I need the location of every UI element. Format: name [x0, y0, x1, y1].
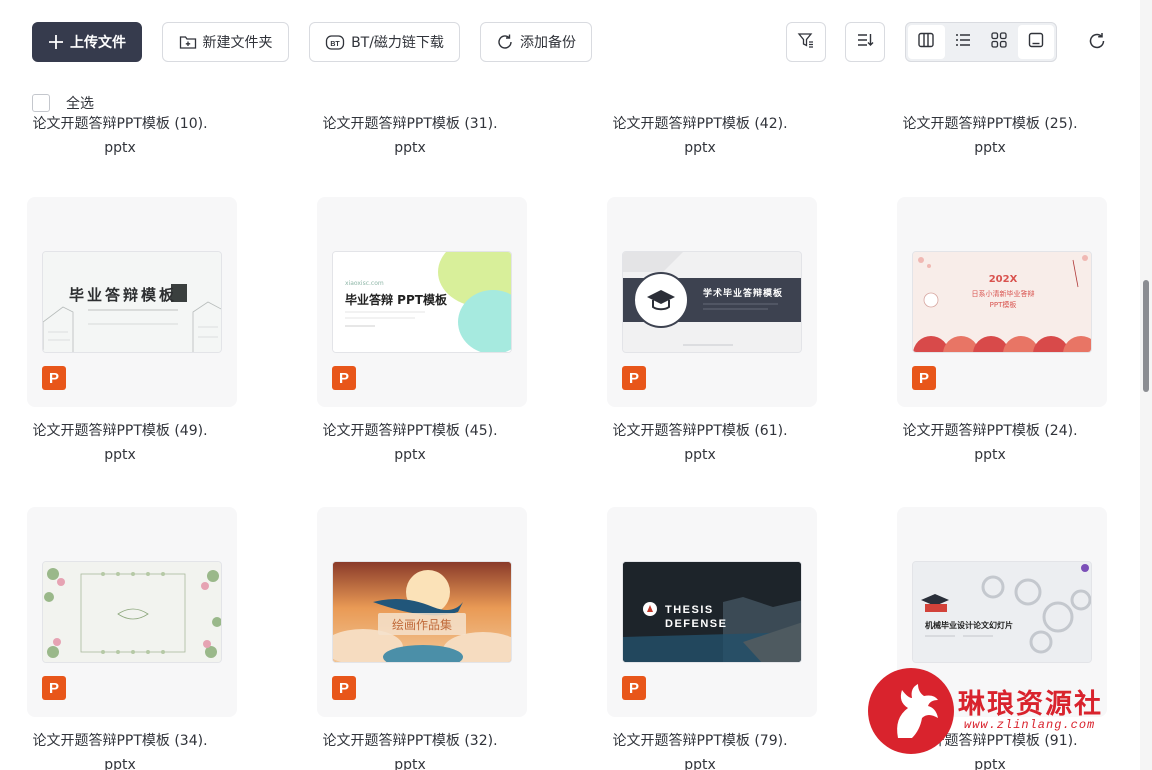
svg-text:DEFENSE: DEFENSE: [665, 618, 727, 630]
view-columns-button[interactable]: [908, 25, 945, 59]
watermark-url: www.zlinlang.com: [964, 718, 1096, 732]
file-thumbnail: 绘画作品集: [332, 561, 512, 663]
ppt-file-icon: P: [42, 366, 66, 390]
ppt-file-icon: P: [912, 366, 936, 390]
list-icon: [954, 31, 972, 53]
ppt-file-icon: P: [332, 676, 356, 700]
upload-label: 上传文件: [70, 35, 126, 51]
file-card[interactable]: 学术毕业答辩模板 P: [607, 197, 817, 407]
svg-text:THESIS: THESIS: [665, 604, 714, 616]
upload-button[interactable]: 上传文件: [32, 22, 142, 62]
scrollbar-thumb[interactable]: [1143, 280, 1149, 392]
sync-icon: [496, 33, 514, 51]
new-folder-label: 新建文件夹: [202, 35, 273, 51]
bt-download-button[interactable]: BT BT/磁力链下载: [309, 22, 460, 62]
refresh-icon: [1087, 31, 1107, 55]
file-thumbnail: THESIS DEFENSE: [622, 561, 802, 663]
file-card[interactable]: xiaoxisc.com 毕业答辩 PPT模板 P: [317, 197, 527, 407]
folder-plus-icon: [179, 34, 197, 50]
file-thumbnail: 机械毕业设计论文幻灯片: [912, 561, 1092, 663]
file-name: 论文开题答辩PPT模板 (32). pptx: [322, 733, 498, 770]
file-card[interactable]: 绘画作品集 P: [317, 507, 527, 717]
view-list-button[interactable]: [945, 25, 982, 59]
svg-text:202X: 202X: [989, 274, 1018, 285]
file-name: 论文开题答辩PPT模板 (10). pptx: [32, 116, 208, 156]
toolbar: 上传文件 新建文件夹 BT BT/磁力链下载 添加备份: [0, 0, 1140, 84]
select-all[interactable]: 全选: [32, 93, 94, 113]
svg-text:BT: BT: [330, 41, 340, 48]
bt-download-label: BT/磁力链下载: [351, 35, 444, 51]
file-thumbnail: 毕业答辩模板: [42, 251, 222, 353]
refresh-button[interactable]: [1082, 28, 1112, 58]
file-card[interactable]: 202X 日系小清新毕业答辩 PPT模板 P: [897, 197, 1107, 407]
preview-icon: [1027, 31, 1045, 53]
view-preview-button[interactable]: [1017, 25, 1054, 59]
filter-button[interactable]: [786, 22, 826, 62]
svg-text:PPT模板: PPT模板: [990, 300, 1017, 309]
file-card[interactable]: 毕业答辩模板 P: [27, 197, 237, 407]
new-folder-button[interactable]: 新建文件夹: [162, 22, 289, 62]
file-name: 论文开题答辩PPT模板 (25). pptx: [902, 116, 1078, 156]
view-mode-group: [905, 22, 1057, 62]
columns-icon: [917, 31, 935, 53]
file-thumbnail: [42, 561, 222, 663]
file-card[interactable]: THESIS DEFENSE P: [607, 507, 817, 717]
ppt-file-icon: P: [332, 366, 356, 390]
svg-text:xiaoxisc.com: xiaoxisc.com: [345, 280, 384, 287]
deer-logo-icon: [868, 668, 954, 754]
svg-text:毕业答辩模板: 毕业答辩模板: [69, 286, 177, 304]
file-name: 论文开题答辩PPT模板 (79). pptx: [612, 733, 788, 770]
file-name: 论文开题答辩PPT模板 (45). pptx: [322, 423, 498, 463]
file-name: 论文开题答辩PPT模板 (42). pptx: [612, 116, 788, 156]
filter-icon: [797, 31, 815, 53]
file-card[interactable]: P: [27, 507, 237, 717]
plus-icon: [48, 34, 64, 50]
ppt-file-icon: P: [42, 676, 66, 700]
file-thumbnail: 学术毕业答辩模板: [622, 251, 802, 353]
watermark: 琳琅资源社 www.zlinlang.com: [868, 668, 1138, 756]
file-thumbnail: xiaoxisc.com 毕业答辩 PPT模板: [332, 251, 512, 353]
add-backup-label: 添加备份: [520, 35, 576, 51]
ppt-file-icon: P: [622, 366, 646, 390]
vertical-scrollbar[interactable]: [1140, 0, 1152, 770]
sort-icon: [856, 31, 874, 53]
add-backup-button[interactable]: 添加备份: [480, 22, 592, 62]
svg-text:机械毕业设计论文幻灯片: 机械毕业设计论文幻灯片: [925, 620, 1013, 630]
svg-text:毕业答辩 PPT模板: 毕业答辩 PPT模板: [345, 292, 448, 307]
select-all-label: 全选: [66, 96, 94, 112]
bt-icon: BT: [325, 33, 345, 51]
file-name: 论文开题答辩PPT模板 (24). pptx: [902, 423, 1078, 463]
sort-button[interactable]: [845, 22, 885, 62]
ppt-file-icon: P: [622, 676, 646, 700]
svg-text:日系小清新毕业答辩: 日系小清新毕业答辩: [972, 289, 1035, 298]
svg-text:绘画作品集: 绘画作品集: [392, 617, 452, 632]
file-name: 论文开题答辩PPT模板 (61). pptx: [612, 423, 788, 463]
file-thumbnail: 202X 日系小清新毕业答辩 PPT模板: [912, 251, 1092, 353]
file-name: 论文开题答辩PPT模板 (34). pptx: [32, 733, 208, 770]
svg-text:学术毕业答辩模板: 学术毕业答辩模板: [703, 287, 783, 299]
select-all-checkbox[interactable]: [32, 94, 50, 112]
watermark-title: 琳琅资源社: [958, 689, 1103, 720]
grid-icon: [990, 31, 1008, 53]
view-grid-button[interactable]: [981, 25, 1018, 59]
file-name: 论文开题答辩PPT模板 (49). pptx: [32, 423, 208, 463]
file-name: 论文开题答辩PPT模板 (31). pptx: [322, 116, 498, 156]
